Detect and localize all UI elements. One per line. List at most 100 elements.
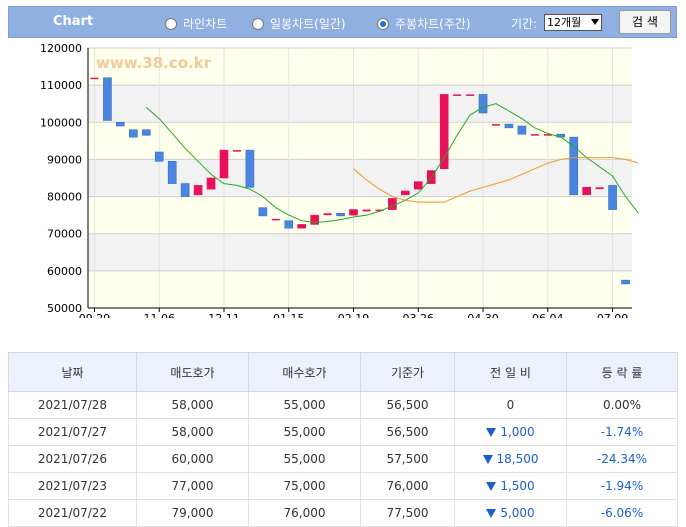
y-tick-label: 60000 — [47, 265, 82, 278]
cell-rate: -1.94% — [566, 472, 678, 500]
cell-bid: 75,000 — [248, 472, 361, 500]
candle-down — [284, 220, 294, 229]
x-tick-label: 03.26 — [403, 312, 435, 318]
cell-rate: -6.06% — [566, 499, 678, 527]
candle-down — [504, 123, 514, 129]
x-tick-label: 07.09 — [597, 312, 629, 318]
cell-date: 2021/07/27 — [8, 418, 137, 446]
candle-up — [90, 77, 99, 80]
x-tick-label: 02.19 — [338, 312, 370, 318]
radio-line-chart[interactable]: 라인차트 — [165, 15, 227, 32]
candle-up — [491, 124, 501, 126]
candle-up — [206, 177, 216, 190]
plot-band — [88, 122, 632, 160]
radio-button[interactable] — [252, 17, 264, 30]
cell-date-value: 2021/07/28 — [37, 398, 108, 412]
radio-label: 일봉차트(일간) — [270, 17, 346, 31]
triangle-down-icon — [486, 509, 497, 518]
radio-button[interactable] — [165, 17, 177, 30]
cell-bid: 55,000 — [248, 418, 361, 446]
radio-daily-candle[interactable]: 일봉차트(일간) — [252, 15, 346, 32]
candle-down — [103, 77, 112, 121]
table-row: 2021/07/22 79,000 76,000 77,500 5,000 -6.06% — [8, 499, 678, 527]
candle-down — [608, 185, 617, 210]
cell-ask-value: 77,000 — [171, 479, 214, 493]
cell-bid: 55,000 — [248, 445, 361, 473]
candle-down — [245, 149, 255, 188]
header-bid: 매수호가 — [248, 352, 361, 392]
cell-base: 56,500 — [360, 391, 455, 419]
cell-bid-value: 55,000 — [283, 425, 326, 439]
cell-base-value: 76,000 — [386, 479, 429, 493]
period-select-value: 12개월 — [547, 16, 582, 29]
cell-change: 18,500 — [454, 445, 567, 473]
cell-change-value: 0 — [506, 398, 515, 412]
cell-base: 56,500 — [360, 418, 455, 446]
table-row: 2021/07/26 60,000 55,000 57,500 18,500 -24.34… — [8, 445, 678, 473]
cell-rate-value: 0.00% — [602, 398, 642, 412]
cell-base-value: 56,500 — [386, 398, 429, 412]
y-tick-label: 100000 — [40, 116, 82, 129]
cell-ask-value: 58,000 — [171, 425, 214, 439]
cell-rate-value: -24.34% — [596, 452, 648, 466]
cell-bid-value: 75,000 — [283, 479, 326, 493]
cell-ask: 77,000 — [136, 472, 249, 500]
radio-button-selected[interactable] — [377, 17, 389, 30]
table-row: 2021/07/27 58,000 55,000 56,500 1,000 -1.74% — [8, 418, 678, 446]
candle-down — [258, 207, 268, 217]
candle-up — [219, 149, 229, 179]
header-rate: 등 락 률 — [566, 352, 678, 392]
y-tick-label: 90000 — [47, 153, 82, 166]
x-tick-label: 01.15 — [273, 312, 305, 318]
cell-bid-value: 55,000 — [283, 452, 326, 466]
candle-up — [193, 185, 203, 196]
header-change: 전 일 비 — [454, 352, 567, 392]
search-button[interactable]: 검 색 — [619, 10, 671, 34]
cell-change: 5,000 — [454, 499, 567, 527]
chevron-down-icon — [591, 19, 599, 25]
candle-down — [154, 151, 164, 162]
cell-change-value: 1,500 — [500, 479, 535, 493]
y-tick-label: 70000 — [47, 228, 82, 241]
cell-base-value: 56,500 — [386, 425, 429, 439]
candle-up — [530, 134, 539, 136]
cell-change-value: 18,500 — [496, 452, 539, 466]
cell-base: 76,000 — [360, 472, 455, 500]
y-tick-label: 110000 — [40, 79, 82, 92]
triangle-down-icon — [486, 482, 497, 491]
cell-rate: 0.00% — [566, 391, 678, 419]
x-tick-label: 11.06 — [143, 312, 175, 318]
cell-date: 2021/07/26 — [8, 445, 137, 473]
cell-date: 2021/07/22 — [8, 499, 137, 527]
table-header-row: 날짜 매도호가 매수호가 기준가 전 일 비 등 락 률 — [8, 352, 678, 392]
cell-change: 1,500 — [454, 472, 567, 500]
cell-date-value: 2021/07/23 — [37, 479, 108, 493]
radio-label: 라인차트 — [183, 17, 228, 31]
x-tick-label: 04.30 — [467, 312, 499, 318]
candle-down — [141, 129, 151, 136]
cell-rate-value: -1.74% — [600, 425, 644, 439]
toolbar-title: Chart — [53, 14, 94, 29]
candle-up — [297, 224, 307, 229]
period-select[interactable]: 12개월 — [544, 14, 602, 31]
chart-toolbar: Chart 라인차트 일봉차트(일간) 주봉차트(주간) 기간: 12개월 검 … — [8, 6, 677, 38]
cell-base-value: 57,500 — [386, 452, 429, 466]
candle-up — [453, 94, 462, 96]
candle-up — [413, 181, 423, 190]
cell-date-value: 2021/07/27 — [37, 425, 108, 439]
candle-down — [336, 212, 345, 217]
candle-up — [595, 187, 604, 190]
candle-up — [362, 209, 371, 212]
candle-down — [129, 129, 138, 138]
candle-down — [180, 183, 190, 197]
candle-down — [517, 125, 527, 135]
triangle-down-icon — [482, 455, 493, 464]
cell-ask-value: 60,000 — [171, 452, 214, 466]
y-tick-label: 120000 — [40, 42, 82, 55]
candle-up — [582, 186, 591, 196]
cell-ask: 58,000 — [136, 418, 249, 446]
cell-bid: 76,000 — [248, 499, 361, 527]
radio-label: 주봉차트(주간) — [395, 17, 471, 31]
radio-weekly-candle[interactable]: 주봉차트(주간) — [377, 15, 471, 32]
header-date: 날짜 — [8, 352, 137, 392]
